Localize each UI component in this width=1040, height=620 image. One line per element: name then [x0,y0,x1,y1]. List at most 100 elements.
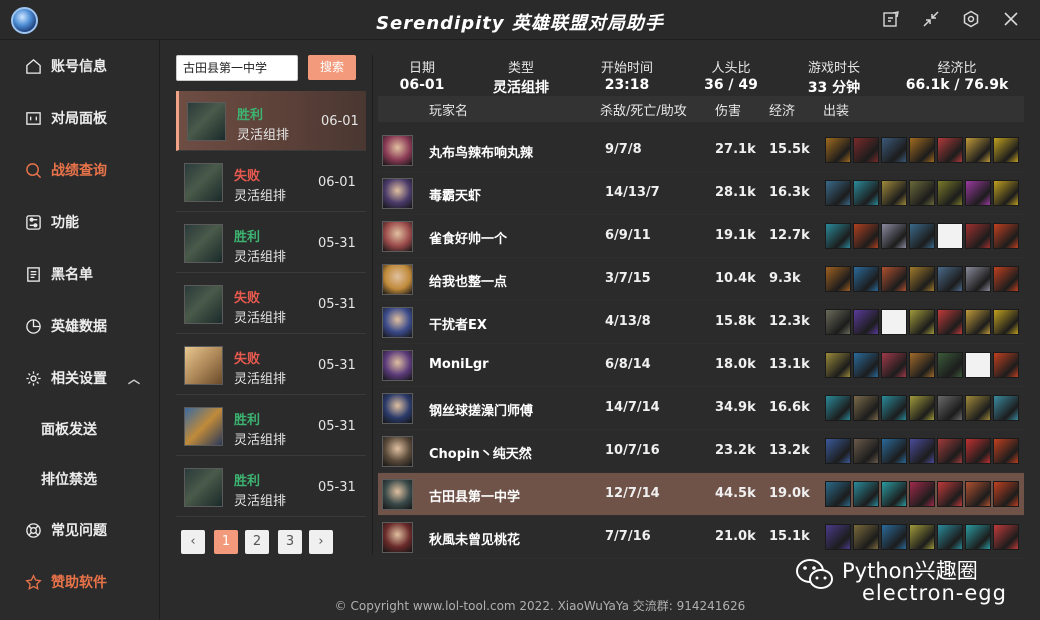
player-row[interactable]: 钢丝球搓澡门师傅 14/7/14 34.9k 16.6k [378,387,1024,430]
item-icon [937,524,963,550]
item-icon [937,180,963,206]
sidebar-item-match-panel[interactable]: 对局面板 [0,98,160,138]
sidebar-item-sponsor[interactable]: 赞助软件 [0,562,160,602]
item-icon [965,180,991,206]
sidebar-item-functions[interactable]: 功能 [0,202,160,242]
match-list-item[interactable]: 胜利 灵活组排 05-31 [176,213,366,273]
player-gold: 12.7k [769,228,810,243]
close-icon[interactable] [1001,10,1021,30]
champion-avatar [382,479,413,510]
match-list-item[interactable]: 胜利 灵活组排 05-31 [176,457,366,517]
match-list-item[interactable]: 失败 灵活组排 06-01 [176,152,366,212]
player-row[interactable]: 古田县第一中学 12/7/14 44.5k 19.0k [378,473,1024,516]
match-date: 05-31 [318,480,356,495]
item-icon [881,180,907,206]
match-list-item[interactable]: 失败 灵活组排 05-31 [176,274,366,334]
search-button[interactable]: 搜索 [308,55,356,80]
item-icon [993,438,1019,464]
item-icon [825,438,851,464]
sidebar-item-faq[interactable]: 常见问题 [0,510,160,550]
item-icon [909,395,935,421]
player-row[interactable]: MoniLgr 6/8/14 18.0k 13.1k [378,344,1024,387]
match-list-item[interactable]: 失败 灵活组排 05-31 [176,335,366,395]
shrink-icon[interactable] [921,10,941,30]
match-result: 胜利 [234,413,261,428]
item-icon [937,395,963,421]
player-name: 古田县第一中学 [429,490,521,505]
item-icon [881,395,907,421]
item-icon [909,524,935,550]
item-icon [881,266,907,292]
player-row[interactable]: 丸布鸟辣布响丸辣 9/7/8 27.1k 15.5k [378,129,1024,172]
summary-kills-value: 36 / 49 [704,77,758,93]
sidebar-item-label: 战绩查询 [51,163,107,179]
sidebar-subitem-panel-send[interactable]: 面板发送 [0,411,160,447]
sidebar-item-hero-data[interactable]: 英雄数据 [0,306,160,346]
player-kda: 12/7/14 [605,486,660,501]
item-icon [937,481,963,507]
player-damage: 28.1k [715,185,756,200]
player-damage: 19.1k [715,228,756,243]
player-kda: 9/7/8 [605,142,642,157]
item-icon [993,223,1019,249]
player-row[interactable]: 雀食好帅一个 6/9/11 19.1k 12.7k [378,215,1024,258]
sidebar-item-blacklist[interactable]: 黑名单 [0,254,160,294]
watermark-line2: electron-egg [862,581,1007,605]
player-row[interactable]: 干扰者EX 4/13/8 15.8k 12.3k [378,301,1024,344]
champion-avatar [382,221,413,252]
player-row[interactable]: 毒霸天虾 14/13/7 28.1k 16.3k [378,172,1024,215]
player-gold: 15.5k [769,142,810,157]
item-icon [909,481,935,507]
match-date: 06-01 [321,114,359,129]
summary-date-label: 日期 [408,61,435,76]
header-items: 出装 [823,104,850,119]
item-icon [965,223,991,249]
sidebar-item-record-search[interactable]: 战绩查询 [0,150,160,190]
summary-type-value: 灵活组排 [493,80,549,96]
prev-page-button[interactable]: ‹ [181,530,205,554]
summary-date-value: 06-01 [399,77,445,93]
item-icon [825,309,851,335]
sidebar-item-settings[interactable]: 相关设置 ︿ [0,358,160,398]
item-icon [993,481,1019,507]
home-icon [24,57,42,75]
summary-duration-value: 33 分钟 [807,80,861,96]
match-mode: 灵活组排 [237,128,290,143]
match-date: 06-01 [318,175,356,190]
item-icon [881,481,907,507]
next-page-button[interactable]: › [309,530,333,554]
champion-avatar [382,178,413,209]
sidebar-item-label: 赞助软件 [51,575,107,591]
sidebar-item-label: 排位禁选 [41,472,97,488]
pie-chart-icon [24,317,42,335]
item-icon [993,309,1019,335]
empty-item-slot [965,352,991,378]
match-result: 胜利 [234,474,261,489]
item-icon [993,352,1019,378]
page-button-2[interactable]: 2 [245,530,269,554]
page-button-3[interactable]: 3 [278,530,302,554]
player-row[interactable]: Chopin丶纯天然 10/7/16 23.2k 13.2k [378,430,1024,473]
sidebar-subitem-rank-ban-pick[interactable]: 排位禁选 [0,461,160,497]
match-list-item[interactable]: 胜利 灵活组排 05-31 [176,396,366,456]
item-icon [993,524,1019,550]
panel-icon [24,109,42,127]
item-icon [965,266,991,292]
sidebar-item-account[interactable]: 账号信息 [0,46,160,86]
settings-icon[interactable] [961,10,981,30]
player-kda: 14/13/7 [605,185,660,200]
item-icon [825,266,851,292]
item-icon [853,481,879,507]
match-list-item[interactable]: 胜利 灵活组排 06-01 [176,91,366,151]
item-icon [909,137,935,163]
sidebar-item-label: 黑名单 [51,267,93,283]
page-button-1[interactable]: 1 [214,530,238,554]
note-icon[interactable] [881,10,901,30]
player-kda: 7/7/16 [605,529,651,544]
item-icon [881,137,907,163]
player-row[interactable]: 给我也整一点 3/7/15 10.4k 9.3k [378,258,1024,301]
player-gold: 15.1k [769,529,810,544]
player-name: 秋風未曾见桃花 [429,533,521,548]
champion-avatar [382,393,413,424]
summoner-search-input[interactable]: 古田县第一中学 [176,55,298,81]
